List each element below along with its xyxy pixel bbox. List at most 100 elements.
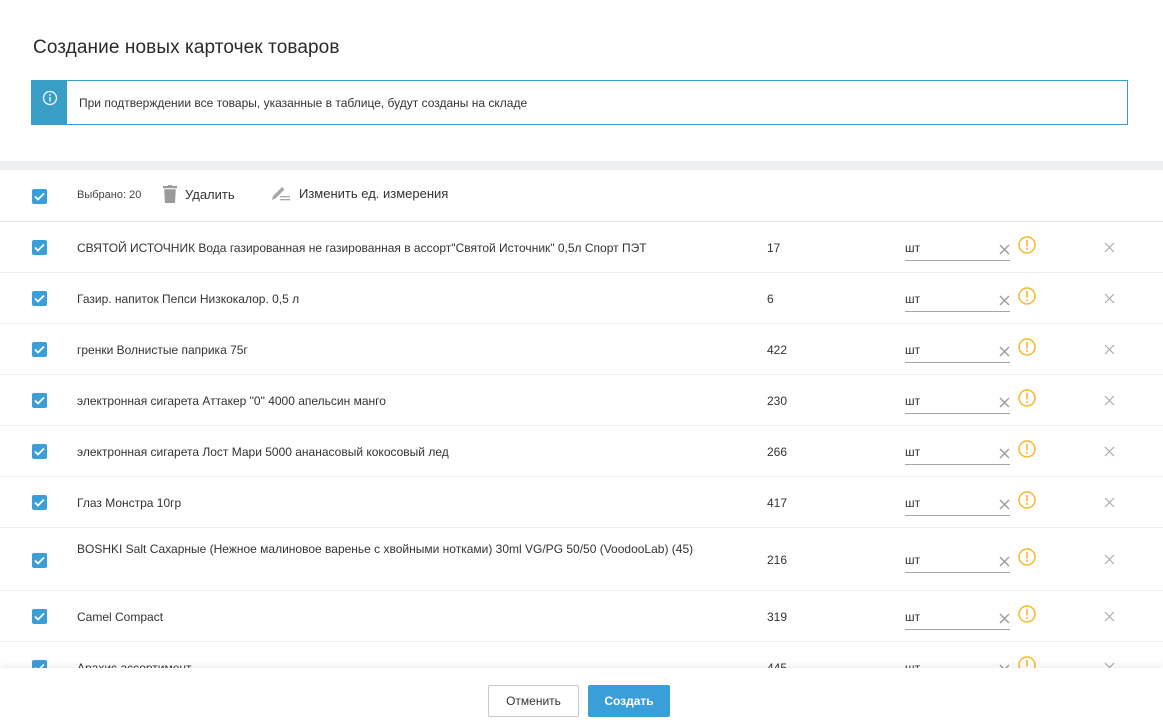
clear-unit-icon[interactable] bbox=[999, 295, 1010, 306]
section-divider bbox=[0, 161, 1163, 170]
unit-input[interactable]: шт bbox=[905, 653, 1010, 668]
row-checkbox[interactable] bbox=[32, 291, 47, 306]
remove-row-icon[interactable] bbox=[1104, 293, 1115, 304]
unit-value: шт bbox=[905, 553, 921, 567]
product-name: Арахис ассортимент bbox=[77, 661, 192, 668]
product-qty: 230 bbox=[767, 394, 788, 408]
remove-row-icon[interactable] bbox=[1104, 611, 1115, 622]
unit-value: шт bbox=[905, 292, 921, 306]
select-all-checkbox[interactable] bbox=[32, 189, 47, 204]
bulk-toolbar: Выбрано: 20 Удалить Изменить ед. измерен… bbox=[0, 170, 1163, 222]
product-qty: 417 bbox=[767, 496, 788, 510]
product-qty: 216 bbox=[767, 553, 788, 567]
unit-input[interactable]: шт bbox=[905, 437, 1010, 465]
warning-icon bbox=[1018, 338, 1036, 356]
unit-input[interactable]: шт bbox=[905, 284, 1010, 312]
product-qty: 319 bbox=[767, 610, 788, 624]
checkmark-icon bbox=[34, 447, 45, 456]
warning-icon bbox=[1018, 491, 1036, 509]
table-row: электронная сигарета Аттакер "0" 4000 ап… bbox=[0, 375, 1163, 426]
checkmark-icon bbox=[34, 498, 45, 507]
unit-input[interactable]: шт bbox=[905, 386, 1010, 414]
product-qty: 445 bbox=[767, 661, 788, 668]
clear-unit-icon[interactable] bbox=[999, 346, 1010, 357]
warning-icon bbox=[1018, 440, 1036, 458]
warning-icon bbox=[1018, 656, 1036, 668]
row-checkbox[interactable] bbox=[32, 553, 47, 568]
checkmark-icon bbox=[34, 396, 45, 405]
remove-row-icon[interactable] bbox=[1104, 497, 1115, 508]
warning-icon bbox=[1018, 287, 1036, 305]
delete-button[interactable]: Удалить bbox=[163, 185, 235, 203]
create-button[interactable]: Создать bbox=[588, 685, 670, 717]
remove-row-icon[interactable] bbox=[1104, 395, 1115, 406]
product-qty: 266 bbox=[767, 445, 788, 459]
cancel-button[interactable]: Отменить bbox=[488, 685, 579, 717]
checkmark-icon bbox=[34, 556, 45, 565]
row-checkbox[interactable] bbox=[32, 342, 47, 357]
clear-unit-icon[interactable] bbox=[999, 397, 1010, 408]
unit-value: шт bbox=[905, 661, 921, 668]
unit-input[interactable]: шт bbox=[905, 488, 1010, 516]
table-row: СВЯТОЙ ИСТОЧНИК Вода газированная не газ… bbox=[0, 222, 1163, 273]
info-strip bbox=[32, 81, 67, 124]
checkmark-icon bbox=[34, 612, 45, 621]
clear-unit-icon[interactable] bbox=[999, 613, 1010, 624]
info-icon bbox=[42, 90, 57, 106]
warning-icon bbox=[1018, 389, 1036, 407]
change-unit-button[interactable]: Изменить ед. измерения bbox=[271, 185, 448, 201]
unit-value: шт bbox=[905, 394, 921, 408]
clear-unit-icon[interactable] bbox=[999, 244, 1010, 255]
product-name: Camel Compact bbox=[77, 610, 164, 624]
dialog-footer: Отменить Создать bbox=[0, 668, 1163, 724]
unit-input[interactable]: шт bbox=[905, 602, 1010, 630]
checkmark-icon bbox=[34, 345, 45, 354]
product-name: электронная сигарета Лост Мари 5000 анан… bbox=[77, 445, 449, 459]
unit-input[interactable]: шт bbox=[905, 335, 1010, 363]
row-checkbox[interactable] bbox=[32, 495, 47, 510]
remove-row-icon[interactable] bbox=[1104, 242, 1115, 253]
product-name: СВЯТОЙ ИСТОЧНИК Вода газированная не газ… bbox=[77, 241, 647, 255]
remove-row-icon[interactable] bbox=[1104, 344, 1115, 355]
table-row: BOSHKI Salt Сахарные (Нежное малиновое в… bbox=[0, 528, 1163, 591]
warning-icon bbox=[1018, 605, 1036, 623]
remove-row-icon[interactable] bbox=[1104, 554, 1115, 565]
delete-label: Удалить bbox=[185, 186, 235, 202]
product-name: электронная сигарета Аттакер "0" 4000 ап… bbox=[77, 394, 386, 408]
unit-input[interactable]: шт bbox=[905, 233, 1010, 261]
info-text: При подтверждении все товары, указанные … bbox=[79, 95, 528, 110]
row-checkbox[interactable] bbox=[32, 444, 47, 459]
product-qty: 422 bbox=[767, 343, 788, 357]
warning-icon bbox=[1018, 236, 1036, 254]
row-checkbox[interactable] bbox=[32, 240, 47, 255]
row-checkbox[interactable] bbox=[32, 609, 47, 624]
row-checkbox[interactable] bbox=[32, 660, 47, 668]
table-row: Camel Compact 319 шт bbox=[0, 591, 1163, 642]
unit-input[interactable]: шт bbox=[905, 545, 1010, 573]
unit-value: шт bbox=[905, 610, 921, 624]
table-row: Газир. напиток Пепси Низкокалор. 0,5 л 6… bbox=[0, 273, 1163, 324]
table-row: Глаз Монстра 10гр 417 шт bbox=[0, 477, 1163, 528]
row-checkbox[interactable] bbox=[32, 393, 47, 408]
table-row: электронная сигарета Лост Мари 5000 анан… bbox=[0, 426, 1163, 477]
product-qty: 17 bbox=[767, 241, 781, 255]
selected-count: Выбрано: 20 bbox=[77, 189, 142, 201]
info-banner: При подтверждении все товары, указанные … bbox=[31, 80, 1128, 125]
edit-icon bbox=[272, 187, 290, 201]
warning-icon bbox=[1018, 548, 1036, 566]
clear-unit-icon[interactable] bbox=[999, 448, 1010, 459]
clear-unit-icon[interactable] bbox=[999, 499, 1010, 510]
clear-unit-icon[interactable] bbox=[999, 556, 1010, 567]
product-name: Глаз Монстра 10гр bbox=[77, 496, 182, 510]
products-table: СВЯТОЙ ИСТОЧНИК Вода газированная не газ… bbox=[0, 222, 1163, 668]
product-name: гренки Волнистые паприка 75г bbox=[77, 343, 248, 357]
unit-value: шт bbox=[905, 445, 921, 459]
change-unit-label: Изменить ед. измерения bbox=[299, 185, 449, 201]
unit-value: шт bbox=[905, 343, 921, 357]
checkmark-icon bbox=[34, 294, 45, 303]
remove-row-icon[interactable] bbox=[1104, 446, 1115, 457]
trash-icon bbox=[163, 185, 177, 203]
product-name: BOSHKI Salt Сахарные (Нежное малиновое в… bbox=[77, 542, 694, 556]
checkmark-icon bbox=[34, 192, 45, 201]
checkmark-icon bbox=[34, 243, 45, 252]
